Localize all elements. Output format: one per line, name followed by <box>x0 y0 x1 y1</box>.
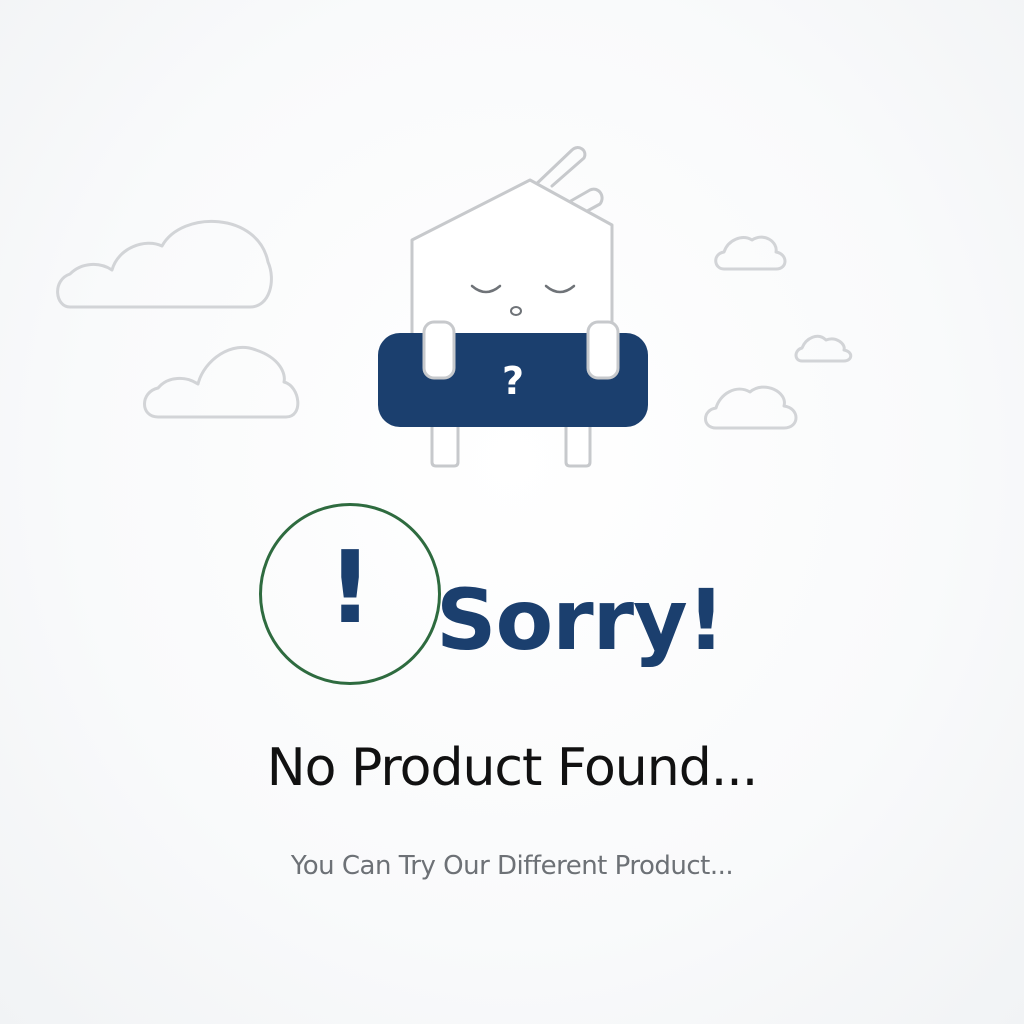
exclamation-icon: ! <box>327 529 373 646</box>
no-product-title: No Product Found... <box>266 738 759 798</box>
cloud-icon <box>143 345 300 419</box>
sleeping-house-icon: ? <box>378 146 648 468</box>
cloud-icon <box>704 385 798 430</box>
empty-illustration: ? <box>56 146 853 468</box>
try-different-product-subtitle: You Can Try Our Different Product... <box>290 851 734 881</box>
sorry-headline: Sorry! <box>436 571 725 669</box>
question-mark-icon: ? <box>502 359 524 403</box>
alert-circle: ! <box>259 503 441 685</box>
cloud-icon <box>714 235 787 271</box>
cloud-icon <box>794 334 853 363</box>
cloud-icon <box>56 219 273 309</box>
empty-state-page: ? ! Sorry! No Product Found... You Can T… <box>0 0 1024 1024</box>
